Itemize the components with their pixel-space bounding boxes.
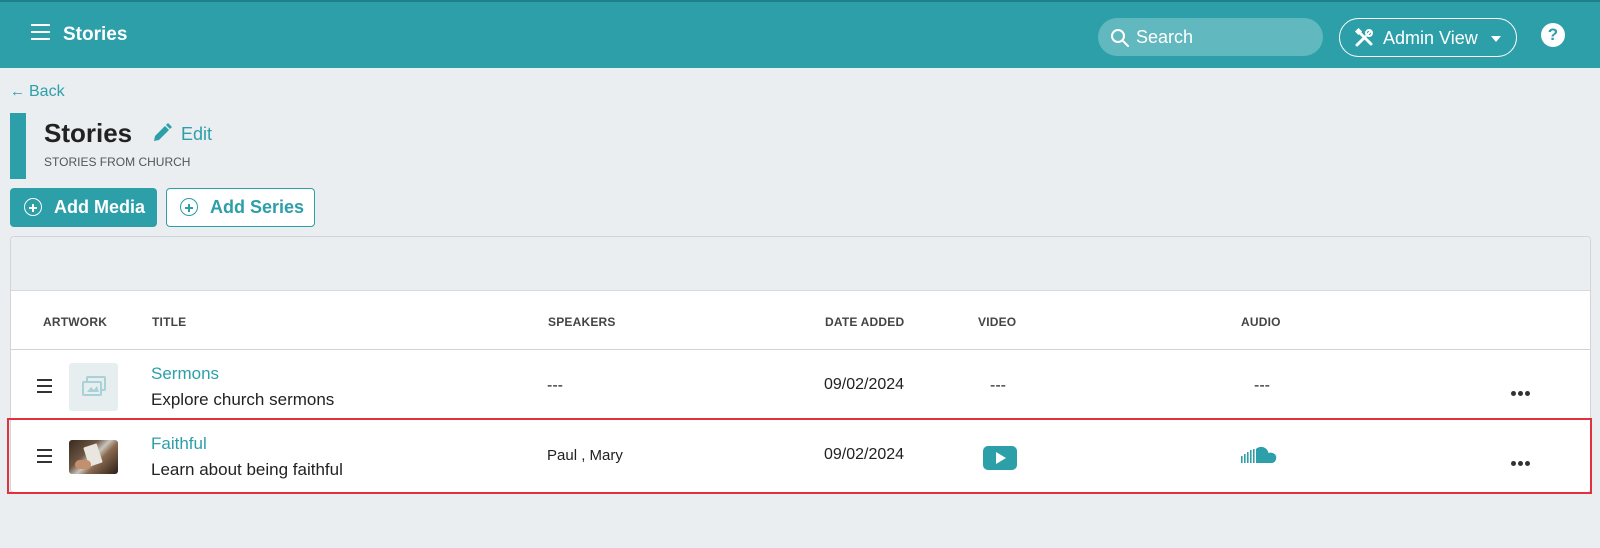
edit-label: Edit	[181, 124, 213, 144]
plus-circle-icon	[180, 198, 198, 216]
photo-thumbnail	[69, 440, 118, 474]
row-date-added: 09/02/2024	[824, 446, 905, 463]
column-header-date-added: DATE ADDED	[825, 315, 905, 329]
search-input[interactable]	[1136, 18, 1316, 56]
column-header-video: VIDEO	[978, 315, 1017, 329]
row-audio: ---	[1254, 377, 1270, 394]
pencil-icon	[154, 123, 172, 141]
series-placeholder-icon	[69, 363, 118, 411]
back-link[interactable]: ← Back	[10, 83, 65, 101]
help-icon[interactable]: ?	[1541, 23, 1565, 47]
row-title-link[interactable]: Faithful	[151, 434, 207, 454]
table-header: ARTWORK TITLE SPEAKERS DATE ADDED VIDEO …	[11, 292, 1590, 350]
column-header-audio: AUDIO	[1241, 315, 1281, 329]
row-description: Learn about being faithful	[151, 460, 343, 479]
column-header-title: TITLE	[152, 315, 187, 329]
row-speakers: ---	[547, 377, 563, 394]
search-icon	[1111, 29, 1129, 47]
row-title-link[interactable]: Sermons	[151, 364, 219, 384]
soundcloud-icon[interactable]	[1241, 445, 1281, 465]
column-header-speakers: SPEAKERS	[548, 315, 616, 329]
play-icon[interactable]	[983, 446, 1017, 470]
top-bar: Stories Admin View ?	[0, 0, 1600, 68]
page-subtitle: STORIES FROM CHURCH	[44, 155, 191, 169]
table-toolbar	[11, 237, 1590, 291]
title-accent-bar	[10, 113, 26, 179]
tools-icon	[1354, 28, 1373, 47]
admin-view-dropdown[interactable]: Admin View	[1339, 18, 1517, 57]
search-box[interactable]	[1098, 18, 1323, 56]
add-series-label: Add Series	[210, 197, 305, 217]
plus-circle-icon	[24, 198, 42, 216]
column-header-artwork: ARTWORK	[43, 315, 108, 329]
row-date-added: 09/02/2024	[824, 376, 905, 393]
page-title: Stories	[44, 118, 133, 148]
arrow-left-icon: ←	[10, 83, 25, 100]
more-options-icon[interactable]	[1511, 453, 1537, 466]
media-table-panel: ARTWORK TITLE SPEAKERS DATE ADDED VIDEO …	[10, 236, 1591, 493]
row-description: Explore church sermons	[151, 390, 335, 409]
app-title: Stories	[63, 24, 128, 45]
more-options-icon[interactable]	[1511, 383, 1537, 396]
caret-down-icon	[1491, 36, 1501, 42]
row-speakers: Paul , Mary	[547, 447, 623, 464]
table-row[interactable]: Sermons Explore church sermons --- 09/02…	[11, 351, 1590, 420]
add-media-label: Add Media	[54, 197, 146, 217]
drag-handle-icon[interactable]	[37, 449, 53, 463]
back-label: Back	[29, 83, 65, 100]
add-media-button[interactable]: Add Media	[10, 188, 157, 227]
admin-view-label: Admin View	[1383, 28, 1478, 48]
add-series-button[interactable]: Add Series	[166, 188, 315, 227]
drag-handle-icon[interactable]	[37, 379, 53, 393]
table-row[interactable]: Faithful Learn about being faithful Paul…	[11, 421, 1590, 490]
hamburger-menu-icon[interactable]	[30, 24, 52, 44]
row-video: ---	[990, 377, 1006, 394]
